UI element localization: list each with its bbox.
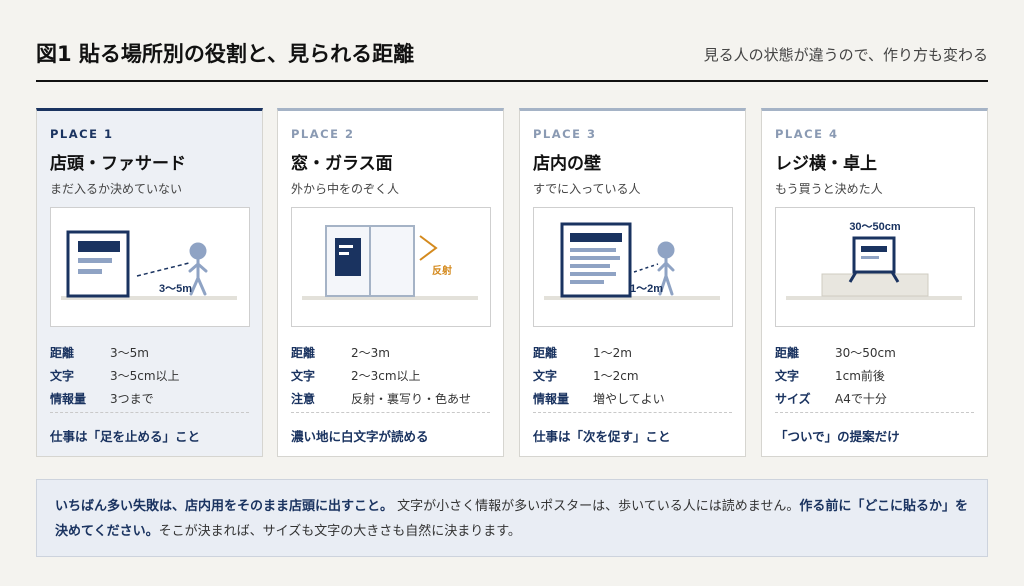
spec-row: 文字 1cm前後 <box>775 369 885 383</box>
counter-illustration: 30〜50cm <box>775 207 975 327</box>
card-place-3: PLACE 3 店内の壁 すでに入っている人 1〜2m 距離 1〜2m 文字 1〜 <box>519 108 746 457</box>
card-footer: 仕事は「足を止める」こと <box>50 429 201 444</box>
title-rule <box>36 80 988 82</box>
card-footer: 濃い地に白文字が読める <box>291 429 429 444</box>
card-footer: 仕事は「次を促す」こと <box>533 429 671 444</box>
spec-row: 注意 反射・裏写り・色あせ <box>291 392 472 406</box>
window-illustration: 反射 <box>291 207 491 327</box>
card-footer: 「ついで」の提案だけ <box>775 429 900 444</box>
card-place-1: PLACE 1 店頭・ファサード まだ入るか決めていない 3〜5m 距離 3〜5m… <box>36 108 263 457</box>
distance-label: 1〜2m <box>630 283 663 295</box>
divider <box>775 412 974 413</box>
divider <box>291 412 490 413</box>
card-title: 窓・ガラス面 <box>291 154 393 174</box>
note-text-2: そこが決まれば、サイズも文字の大きさも自然に決まります。 <box>158 524 521 539</box>
wall-illustration: 1〜2m <box>533 207 733 327</box>
spec-row: 距離 3〜5m <box>50 346 149 360</box>
card-description: もう買うと決めた人 <box>775 182 883 196</box>
reflection-label: 反射 <box>432 264 452 277</box>
divider <box>50 412 249 413</box>
card-description: すでに入っている人 <box>533 182 641 196</box>
spec-row: 文字 2〜3cm以上 <box>291 369 421 383</box>
card-place-4: PLACE 4 レジ横・卓上 もう買うと決めた人 30〜50cm 距離 30〜50… <box>761 108 988 457</box>
distance-label: 30〜50cm <box>849 221 901 233</box>
spec-row: サイズ A4で十分 <box>775 392 887 406</box>
place-label: PLACE 3 <box>533 127 597 141</box>
distance-label: 3〜5m <box>159 283 192 295</box>
advice-note: いちばん多い失敗は、店内用をそのまま店頭に出すこと。 文字が小さく情報が多いポス… <box>36 479 988 557</box>
page-subtitle: 見る人の状態が違うので、作り方も変わる <box>703 46 988 64</box>
place-label: PLACE 4 <box>775 127 839 141</box>
card-title: レジ横・卓上 <box>775 154 877 174</box>
card-title: 店頭・ファサード <box>50 154 186 174</box>
card-title: 店内の壁 <box>533 154 601 174</box>
spec-row: 情報量 増やしてよい <box>533 392 665 406</box>
card-description: 外から中をのぞく人 <box>291 182 400 196</box>
spec-row: 距離 30〜50cm <box>775 346 896 360</box>
note-bold-1: いちばん多い失敗は、店内用をそのまま店頭に出すこと。 <box>55 499 394 514</box>
place-label: PLACE 1 <box>50 127 114 141</box>
page-title: 図1 貼る場所別の役割と、見られる距離 <box>36 42 415 66</box>
spec-row: 文字 3〜5cm以上 <box>50 369 180 383</box>
divider <box>533 412 732 413</box>
card-description: まだ入るか決めていない <box>50 182 183 196</box>
spec-row: 距離 2〜3m <box>291 346 390 360</box>
spec-row: 距離 1〜2m <box>533 346 632 360</box>
card-place-2: PLACE 2 窓・ガラス面 外から中をのぞく人 反射 距離 2〜3m 文字 2〜3… <box>277 108 504 457</box>
place-label: PLACE 2 <box>291 127 355 141</box>
storefront-illustration: 3〜5m <box>50 207 250 327</box>
spec-row: 情報量 3つまで <box>50 392 154 406</box>
spec-row: 文字 1〜2cm <box>533 369 639 383</box>
note-text-1: 文字が小さく情報が多いポスターは、歩いている人には読めません。 <box>397 499 800 514</box>
